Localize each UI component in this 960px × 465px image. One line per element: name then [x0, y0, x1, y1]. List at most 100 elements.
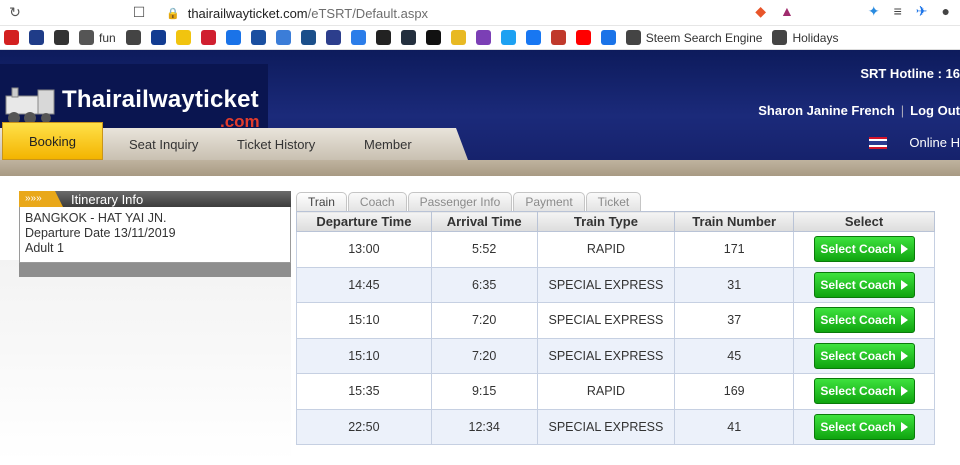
bookmark-item[interactable] [575, 26, 591, 50]
bookmark-item[interactable] [525, 26, 541, 50]
arrival-time-cell: 7:20 [430, 337, 538, 374]
play-arrow-icon [900, 315, 908, 326]
bookmark-item[interactable]: Steem Search Engine [625, 26, 762, 50]
tab-seat-inquiry[interactable]: Seat Inquiry [129, 128, 198, 160]
tab-booking[interactable]: Booking [2, 122, 103, 160]
train-type-cell: SPECIAL EXPRESS [536, 408, 676, 445]
step-payment[interactable]: Payment [513, 192, 585, 211]
mail-icon [475, 30, 491, 45]
select-coach-button[interactable]: Select Coach [813, 307, 915, 334]
bookmark-item[interactable] [400, 26, 416, 50]
bookmark-item[interactable] [550, 26, 566, 50]
select-coach-label: Select Coach [820, 384, 896, 399]
train-type-cell: SPECIAL EXPRESS [536, 302, 676, 339]
bookmark-item[interactable] [150, 26, 166, 50]
select-coach-button[interactable]: Select Coach [813, 271, 915, 298]
header-select: Select [793, 211, 935, 232]
bookmark-item[interactable] [225, 26, 241, 50]
train-type-cell: SPECIAL EXPRESS [536, 337, 676, 374]
bookmark-item[interactable] [250, 26, 266, 50]
online-help[interactable]: Online H [869, 135, 960, 150]
select-coach-button[interactable]: Select Coach [813, 413, 915, 440]
select-coach-button[interactable]: Select Coach [813, 236, 915, 263]
bookmark-item[interactable] [200, 26, 216, 50]
itinerary-title: Itinerary Info [71, 191, 144, 207]
extensions-area: ◆ ▲ ✦ ≡ ✈ ● [755, 3, 950, 20]
departure-time-cell: 15:10 [296, 302, 432, 339]
table-header-row: Departure Time Arrival Time Train Type T… [296, 211, 935, 232]
bookmark-item[interactable] [500, 26, 516, 50]
arrival-time-cell: 6:35 [430, 266, 538, 303]
extension-icon[interactable]: ✦ [868, 3, 880, 20]
tab-member[interactable]: Member [364, 128, 412, 160]
train-type-cell: RAPID [536, 373, 676, 410]
bookmark-item[interactable] [375, 26, 391, 50]
bookmark-item[interactable] [475, 26, 491, 50]
bookmark-label: Holidays [792, 30, 839, 45]
select-coach-label: Select Coach [820, 277, 896, 292]
bookmark-item[interactable] [350, 26, 366, 50]
bookmark-item[interactable] [175, 26, 191, 50]
bookmark-item[interactable] [300, 26, 316, 50]
logout-link[interactable]: Log Out [910, 103, 960, 118]
itinerary-footer [19, 263, 291, 277]
train-number-cell: 171 [674, 231, 795, 268]
nav-underline [0, 160, 960, 176]
bookmark-item[interactable]: Holidays [772, 26, 838, 50]
bookmark-item[interactable] [29, 26, 44, 50]
select-coach-button[interactable]: Select Coach [813, 342, 915, 369]
runner-icon [600, 30, 616, 45]
select-coach-label: Select Coach [820, 348, 896, 363]
header-departure-time: Departure Time [296, 211, 432, 232]
itinerary-panel: »»» Itinerary Info BANGKOK - HAT YAI JN.… [19, 191, 291, 277]
d-icon [425, 30, 441, 45]
table-row: 15:10 7:20 SPECIAL EXPRESS 37 Select Coach [296, 302, 935, 339]
arrival-time-cell: 5:52 [430, 231, 538, 268]
address-bar[interactable]: 🔒 thairailwayticket.com/eTSRT/Default.as… [156, 2, 776, 24]
youtube-icon [575, 30, 591, 45]
chevrons-icon: »»» [19, 191, 63, 207]
globe-icon [772, 30, 788, 45]
select-cell: Select Coach [793, 231, 935, 268]
bookmark-item[interactable] [125, 26, 141, 50]
owl-icon[interactable]: ● [942, 3, 950, 20]
copy-icon [225, 30, 241, 45]
bookmark-item[interactable] [325, 26, 341, 50]
arrival-time-cell: 7:20 [430, 302, 538, 339]
play-arrow-icon [900, 421, 908, 432]
train-number-cell: 31 [674, 266, 795, 303]
bx-icon [250, 30, 266, 45]
paypal-icon [150, 30, 166, 45]
step-passenger-info[interactable]: Passenger Info [407, 192, 513, 211]
user-line: Sharon Janine French | Log Out [758, 103, 960, 118]
bookmark-item[interactable] [275, 26, 291, 50]
itinerary-route: BANGKOK - HAT YAI JN. [25, 211, 167, 225]
play-arrow-icon [900, 350, 908, 361]
bookmark-item[interactable] [600, 26, 616, 50]
reload-icon[interactable]: ↻ [4, 4, 26, 21]
b-icon [29, 30, 44, 45]
bookmarks-bar: fun Steem Search Engine Holidays [0, 26, 960, 50]
bookmark-item[interactable] [54, 26, 69, 50]
step-train[interactable]: Train [296, 192, 347, 211]
select-coach-label: Select Coach [820, 419, 896, 434]
plane-icon[interactable]: ✈ [916, 3, 928, 20]
train-number-cell: 37 [674, 302, 795, 339]
thai-flag-icon[interactable] [869, 136, 888, 149]
triangle-icon[interactable]: ▲ [780, 3, 794, 20]
tab-ticket-history[interactable]: Ticket History [237, 128, 315, 160]
step-coach[interactable]: Coach [347, 192, 407, 211]
brave-shield-icon[interactable]: ◆ [755, 3, 766, 20]
bookmark-item[interactable] [450, 26, 466, 50]
main-nav: Booking Seat Inquiry Ticket History Memb… [0, 122, 960, 160]
bookmark-star-icon[interactable]: ☐ [128, 4, 150, 21]
layers-icon[interactable]: ≡ [894, 3, 902, 20]
step-ticket[interactable]: Ticket [585, 192, 642, 211]
header-train-type: Train Type [536, 211, 676, 232]
bookmark-item[interactable] [425, 26, 441, 50]
twitter-icon [500, 30, 516, 45]
globe-icon [125, 30, 141, 45]
bookmark-item[interactable] [4, 26, 19, 50]
bookmark-item[interactable]: fun [79, 26, 116, 50]
select-coach-button[interactable]: Select Coach [813, 378, 915, 405]
